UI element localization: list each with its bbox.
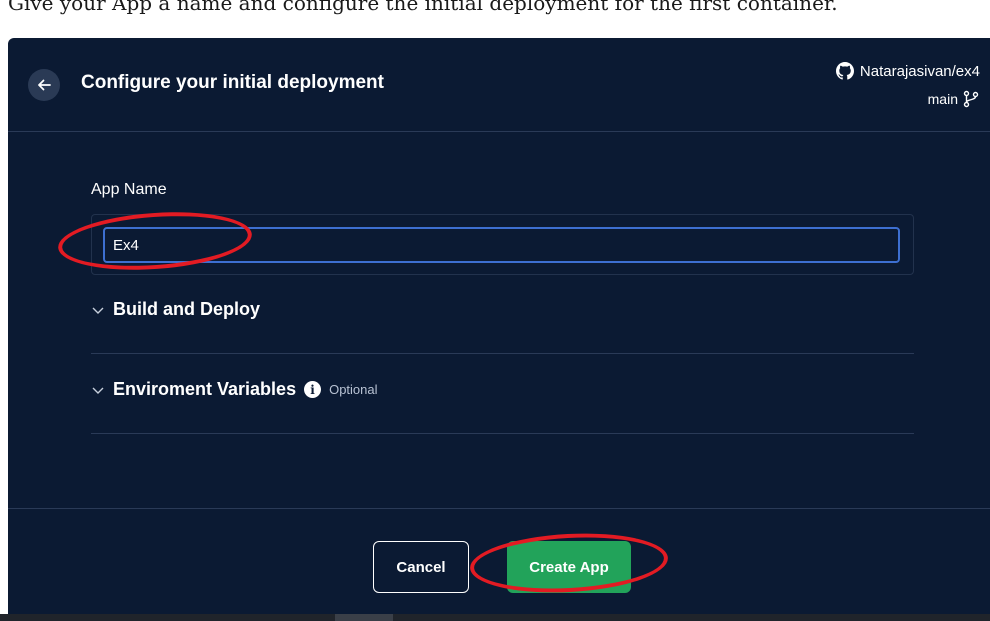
environment-variables-toggle[interactable]: Enviroment Variables i Optional [91, 379, 378, 400]
dialog-footer: Cancel Create App [8, 508, 990, 614]
build-deploy-toggle[interactable]: Build and Deploy [91, 299, 260, 320]
environment-variables-section: Enviroment Variables i Optional [91, 353, 914, 434]
taskbar-item[interactable] [335, 614, 393, 621]
branch-name: main [927, 91, 958, 107]
configure-deployment-dialog: Configure your initial deployment Natara… [8, 38, 990, 614]
document-caption: Give your App a name and configure the i… [8, 0, 838, 15]
arrow-left-icon [38, 79, 51, 91]
app-name-label: App Name [91, 181, 167, 198]
dialog-header: Configure your initial deployment Natara… [8, 38, 990, 132]
github-icon [835, 62, 854, 80]
environment-variables-label: Enviroment Variables [113, 379, 297, 399]
info-icon[interactable]: i [304, 381, 322, 398]
branch-indicator: main [928, 90, 980, 108]
git-branch-icon [963, 90, 979, 108]
taskbar [0, 614, 990, 621]
create-app-button[interactable]: Create App [507, 541, 631, 593]
build-deploy-section: Build and Deploy [91, 273, 914, 354]
build-deploy-label: Build and Deploy [113, 299, 261, 319]
back-button[interactable] [28, 69, 60, 101]
optional-tag: Optional [329, 382, 378, 397]
chevron-down-icon [92, 387, 104, 394]
repository-link[interactable]: Natarajasivan/ex4 [835, 62, 980, 80]
cancel-button[interactable]: Cancel [373, 541, 469, 593]
dialog-title: Configure your initial deployment [81, 72, 384, 93]
chevron-down-icon [92, 307, 104, 314]
repository-name: Natarajasivan/ex4 [859, 62, 980, 80]
app-name-input[interactable] [103, 227, 900, 263]
app-name-field-wrapper [91, 214, 914, 275]
